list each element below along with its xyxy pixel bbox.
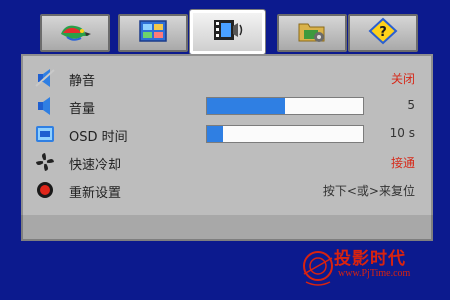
watermark-url: www.PjTime.com bbox=[338, 268, 411, 279]
reset-label: 重新设置 bbox=[69, 186, 122, 201]
osd-time-row[interactable]: OSD 时间 10 s bbox=[23, 122, 431, 146]
reset-row[interactable]: 重新设置 按下<或>来复位 bbox=[23, 178, 431, 202]
fan-icon bbox=[33, 150, 57, 174]
watermark-title: 投影时代 bbox=[334, 249, 406, 269]
tab-audio-system[interactable] bbox=[190, 10, 265, 54]
fast-cooling-label: 快速冷却 bbox=[69, 158, 122, 173]
mute-label: 静音 bbox=[69, 74, 96, 89]
display-adjust-icon bbox=[137, 18, 169, 48]
osd-time-slider[interactable] bbox=[206, 125, 364, 143]
mute-row[interactable]: 静音 关闭 bbox=[23, 66, 431, 90]
osd-time-value: 10 s bbox=[389, 126, 415, 140]
volume-label: 音量 bbox=[69, 102, 96, 117]
watermark: 投影时代 www.PjTime.com bbox=[298, 244, 438, 290]
tab-image-adjust[interactable] bbox=[118, 14, 188, 52]
film-audio-icon bbox=[211, 16, 245, 48]
svg-text:?: ? bbox=[379, 25, 387, 40]
volume-slider[interactable] bbox=[206, 97, 364, 115]
volume-value: 5 bbox=[407, 98, 415, 112]
reset-value[interactable]: 按下<或>来复位 bbox=[323, 182, 415, 199]
mute-value[interactable]: 关闭 bbox=[391, 70, 415, 87]
tab-picture[interactable] bbox=[40, 14, 110, 52]
speaker-mute-icon bbox=[33, 66, 57, 90]
osd-time-label: OSD 时间 bbox=[69, 130, 128, 145]
clock-icon bbox=[33, 122, 57, 146]
fast-cooling-row[interactable]: 快速冷却 接通 bbox=[23, 150, 431, 174]
settings-panel: 静音 关闭 音量 5 OSD 时间 10 s 快速冷却 接通 重新设置 按下<或… bbox=[21, 54, 433, 218]
volume-row[interactable]: 音量 5 bbox=[23, 94, 431, 118]
volume-slider-fill bbox=[207, 98, 285, 114]
panel-footer bbox=[21, 215, 433, 241]
fast-cooling-value[interactable]: 接通 bbox=[391, 154, 415, 171]
folder-settings-icon bbox=[295, 17, 329, 49]
projector-logo-icon bbox=[298, 244, 338, 290]
tab-information[interactable]: ? bbox=[348, 14, 418, 52]
parrot-icon bbox=[55, 18, 95, 48]
osd-time-slider-fill bbox=[207, 126, 223, 142]
speaker-icon bbox=[33, 94, 57, 118]
tab-pc-setup[interactable] bbox=[277, 14, 347, 52]
record-reset-icon bbox=[33, 178, 57, 202]
menu-tab-bar: ? bbox=[40, 10, 425, 54]
info-diamond-icon: ? bbox=[368, 17, 398, 49]
